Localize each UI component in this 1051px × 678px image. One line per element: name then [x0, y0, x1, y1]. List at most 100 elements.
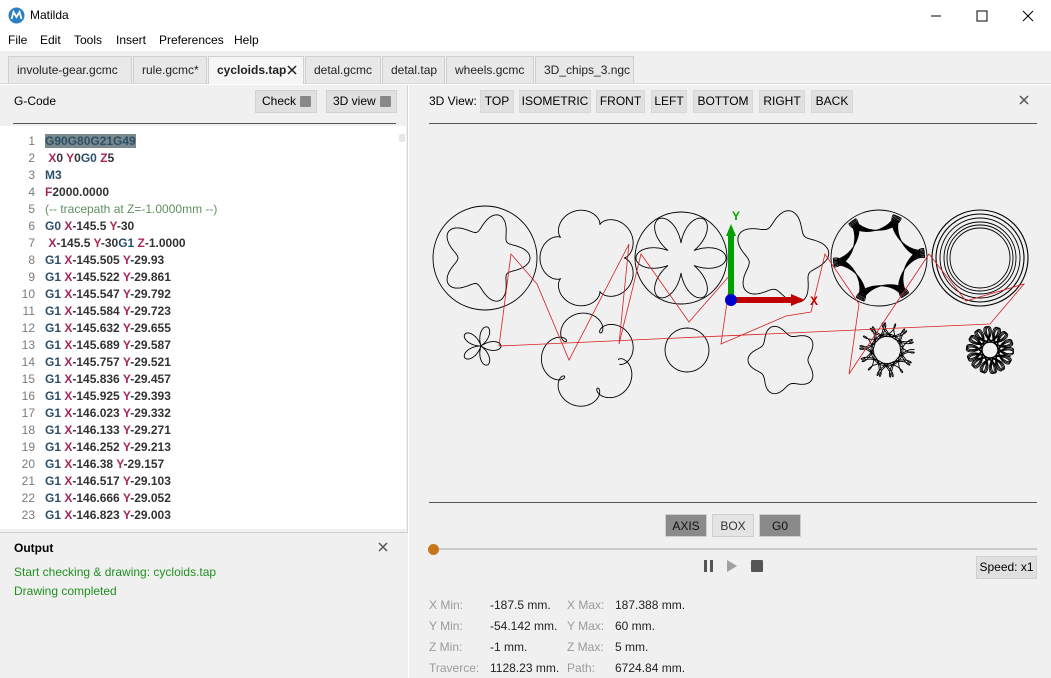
editor-scrollbar[interactable]	[399, 134, 405, 142]
concentric-ring	[939, 217, 1021, 299]
line-number: 3	[28, 168, 35, 182]
gcode-editor[interactable]: 1 G90G80G21G49 2 X0 Y0G0 Z5 3 M3 4 F2000.0000 5…	[0, 126, 406, 529]
line-number: 23	[21, 508, 35, 522]
output-message: Drawing completed	[14, 584, 117, 598]
code-text: G1 X-145.689 Y-29.587	[45, 338, 171, 352]
code-text: G1 X-146.023 Y-29.332	[45, 406, 171, 420]
menu-insert[interactable]: Insert	[116, 33, 146, 47]
view-right-button[interactable]: RIGHT	[759, 90, 805, 113]
tab-cycloids[interactable]: cycloids.tap	[208, 56, 304, 84]
menu-tools[interactable]: Tools	[74, 33, 102, 47]
cycloid-shape	[446, 214, 531, 302]
3d-view-canvas[interactable]: YX	[429, 124, 1037, 502]
x-axis-label: X	[810, 294, 818, 308]
code-line[interactable]: 16 G1 X-145.925 Y-29.393	[0, 389, 400, 406]
code-text: F2000.0000	[45, 185, 110, 199]
concentric-ring	[931, 209, 1029, 307]
close-output-icon[interactable]	[378, 542, 388, 552]
path-length-value: 6724.84 mm.	[615, 661, 686, 675]
code-line[interactable]: 17 G1 X-146.023 Y-29.332	[0, 406, 400, 423]
tab-detal-gcmc[interactable]: detal.gcmc	[305, 56, 381, 83]
view-bottom-button[interactable]: BOTTOM	[693, 90, 753, 113]
code-line[interactable]: 9 G1 X-145.522 Y-29.861	[0, 270, 400, 287]
g0-toggle[interactable]: G0	[759, 514, 801, 537]
tab-rule[interactable]: rule.gcmc*	[133, 56, 207, 83]
code-line[interactable]: 12 G1 X-145.632 Y-29.655	[0, 321, 400, 338]
maximize-button[interactable]	[959, 0, 1005, 31]
code-text: X0 Y0G0 Z5	[45, 151, 115, 165]
axis-toggle[interactable]: AXIS	[665, 514, 707, 537]
z-max-label: Z Max:	[567, 640, 604, 654]
code-line[interactable]: 23 G1 X-146.823 Y-29.003	[0, 508, 400, 525]
playback-slider-track[interactable]	[433, 548, 1037, 550]
tab-detal-tap[interactable]: detal.tap	[382, 56, 445, 83]
tab-involute-gear[interactable]: involute-gear.gcmc	[8, 56, 132, 83]
pause-icon[interactable]	[702, 559, 716, 573]
view-top-button[interactable]: TOP	[480, 90, 514, 113]
close-3d-view-icon[interactable]	[1019, 95, 1029, 105]
code-line[interactable]: 10 G1 X-145.547 Y-29.792	[0, 287, 400, 304]
code-line[interactable]: 20 G1 X-146.38 Y-29.157	[0, 457, 400, 474]
menu-preferences[interactable]: Preferences	[159, 33, 224, 47]
code-line[interactable]: 5 (-- tracepath at Z=-1.0000mm --)	[0, 202, 400, 219]
concentric-ring	[935, 213, 1025, 303]
menu-help[interactable]: Help	[234, 33, 259, 47]
code-line[interactable]: 15 G1 X-145.836 Y-29.457	[0, 372, 400, 389]
cycloid-outer-circle	[634, 211, 728, 305]
code-line[interactable]: 22 G1 X-146.666 Y-29.052	[0, 491, 400, 508]
minimize-button[interactable]	[913, 0, 959, 31]
divider	[13, 123, 396, 124]
menu-edit[interactable]: Edit	[40, 33, 61, 47]
x-min-value: -187.5 mm.	[490, 598, 551, 612]
close-tab-icon[interactable]	[287, 65, 297, 75]
view-back-button[interactable]: BACK	[811, 90, 853, 113]
code-text: G1 X-146.517 Y-29.103	[45, 474, 171, 488]
line-number: 9	[28, 270, 35, 284]
line-number: 7	[28, 236, 35, 250]
code-line[interactable]: 4 F2000.0000	[0, 185, 400, 202]
close-window-button[interactable]	[1005, 0, 1051, 31]
pentagram-shape	[664, 327, 710, 373]
code-text: G1 X-146.133 Y-29.271	[45, 423, 171, 437]
code-line[interactable]: 3 M3	[0, 168, 400, 185]
line-number: 16	[21, 389, 35, 403]
view-left-button[interactable]: LEFT	[651, 90, 687, 113]
speed-button[interactable]: Speed: x1	[976, 556, 1037, 579]
code-line[interactable]: 19 G1 X-146.252 Y-29.213	[0, 440, 400, 457]
traverse-label: Traverce:	[429, 661, 480, 675]
code-text: G1 X-145.757 Y-29.521	[45, 355, 171, 369]
code-line[interactable]: 18 G1 X-146.133 Y-29.271	[0, 423, 400, 440]
check-button[interactable]: Check	[255, 90, 317, 113]
line-number: 11	[22, 304, 35, 318]
code-line[interactable]: 2 X0 Y0G0 Z5	[0, 151, 400, 168]
play-icon[interactable]	[725, 559, 739, 573]
z-min-label: Z Min:	[429, 640, 463, 654]
3d-view-button[interactable]: 3D view	[326, 90, 397, 113]
view-front-button[interactable]: FRONT	[596, 90, 645, 113]
view-isometric-button[interactable]: ISOMETRIC	[519, 90, 591, 113]
code-line[interactable]: 7 X-145.5 Y-30G1 Z-1.0000	[0, 236, 400, 253]
box-toggle[interactable]: BOX	[712, 514, 754, 537]
output-title: Output	[14, 541, 54, 555]
tab-3d-chips[interactable]: 3D_chips_3.ngc	[535, 56, 634, 83]
z-min-value: -1 mm.	[490, 640, 528, 654]
code-line[interactable]: 8 G1 X-145.505 Y-29.93	[0, 253, 400, 270]
menu-file[interactable]: File	[8, 33, 27, 47]
playback-slider-handle[interactable]	[428, 544, 439, 555]
line-number: 17	[21, 406, 35, 420]
code-line[interactable]: 14 G1 X-145.757 Y-29.521	[0, 355, 400, 372]
x-axis-line	[731, 297, 795, 303]
code-line[interactable]: 13 G1 X-145.689 Y-29.587	[0, 338, 400, 355]
tab-label: cycloids.tap	[217, 63, 287, 77]
code-line[interactable]: 11 G1 X-145.584 Y-29.723	[0, 304, 400, 321]
gcode-panel: G-Code Check 3D view 1 G90G80G21G49 2 X0 Y…	[0, 85, 408, 678]
code-line[interactable]: 21 G1 X-146.517 Y-29.103	[0, 474, 400, 491]
y-axis-label: Y	[732, 209, 740, 223]
tab-label: detal.tap	[391, 63, 438, 77]
code-line[interactable]: 1 G90G80G21G49	[0, 134, 400, 151]
stop-icon[interactable]	[750, 559, 764, 573]
code-line[interactable]: 6 G0 X-145.5 Y-30	[0, 219, 400, 236]
tab-wheels[interactable]: wheels.gcmc	[446, 56, 534, 83]
code-text: G1 X-145.836 Y-29.457	[45, 372, 171, 386]
line-number: 10	[21, 287, 35, 301]
